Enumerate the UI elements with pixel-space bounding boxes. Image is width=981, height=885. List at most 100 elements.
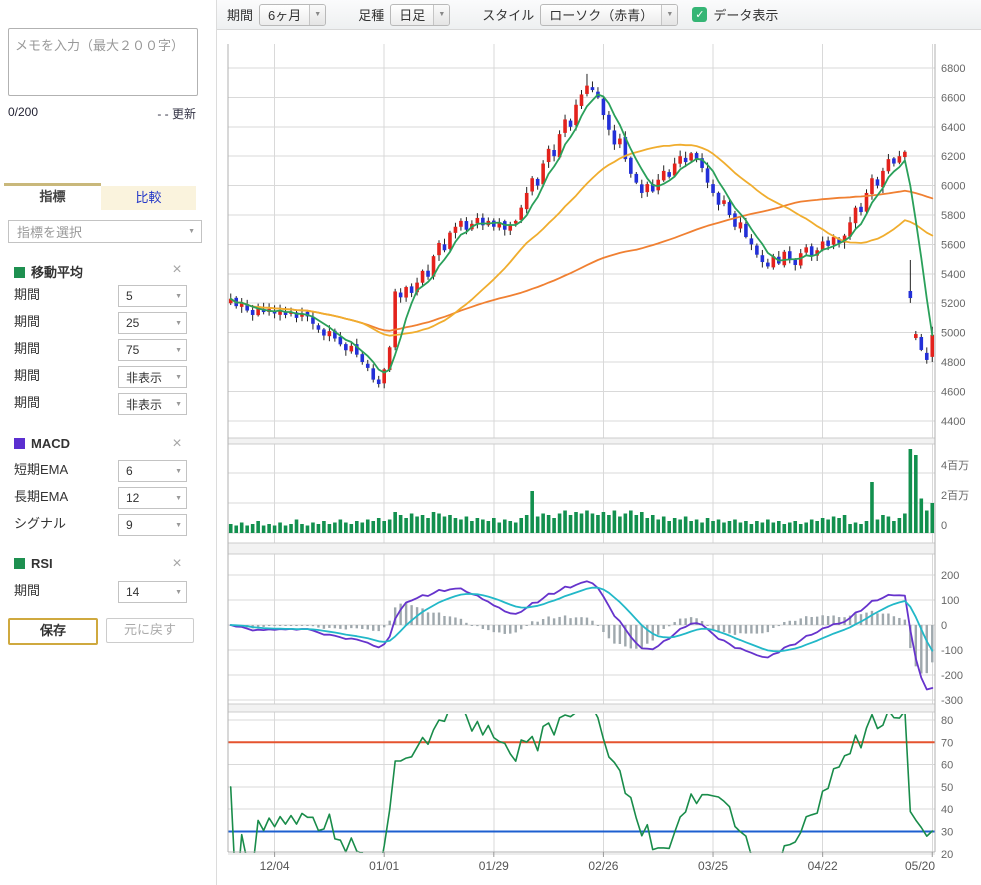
period-value: 6ヶ月 (260, 5, 309, 24)
ma-period-3-select[interactable]: 75 ▼ (118, 339, 187, 361)
rsi-row-label: 期間 (14, 580, 40, 602)
pane-separators (228, 44, 935, 852)
svg-text:03/25: 03/25 (698, 859, 728, 873)
ma-close-icon[interactable]: × (168, 262, 186, 278)
sidebar: 0/200 - - 更新 指標 比較 指標を選択 ▼ 移動平均 × 期間 5 ▼… (0, 0, 217, 885)
style-value: ローソク（赤青） (541, 5, 661, 24)
svg-text:6200: 6200 (941, 151, 965, 163)
chevron-down-icon: ▼ (175, 495, 182, 502)
svg-text:6400: 6400 (941, 122, 965, 134)
ma-period-5-value: 非表示 (126, 396, 162, 413)
ma-card-header: 移動平均 (14, 262, 83, 281)
memo-counter: 0/200 (8, 105, 38, 119)
svg-text:04/22: 04/22 (808, 859, 838, 873)
svg-text:200: 200 (941, 570, 959, 582)
rsi-color-swatch (14, 558, 25, 569)
rsi-close-icon[interactable]: × (168, 556, 186, 572)
svg-text:-300: -300 (941, 695, 963, 707)
rsi-period-value: 14 (126, 585, 139, 599)
svg-text:-200: -200 (941, 670, 963, 682)
svg-text:50: 50 (941, 782, 953, 794)
svg-text:2百万: 2百万 (941, 490, 969, 502)
save-button[interactable]: 保存 (8, 618, 98, 645)
ma-period-1-select[interactable]: 5 ▼ (118, 285, 187, 307)
svg-text:05/20: 05/20 (905, 859, 935, 873)
svg-text:100: 100 (941, 595, 959, 607)
macd-card-header: MACD (14, 436, 70, 451)
chevron-down-icon: ▼ (309, 5, 325, 25)
svg-text:5800: 5800 (941, 210, 965, 222)
macd-row-label: シグナル (14, 513, 66, 535)
macd-fast-ema-value: 6 (126, 464, 133, 478)
svg-text:70: 70 (941, 737, 953, 749)
rsi-card-header: RSI (14, 556, 53, 571)
macd-signal-select[interactable]: 9 ▼ (118, 514, 187, 536)
data-display-label: データ表示 (713, 5, 778, 24)
svg-text:4600: 4600 (941, 386, 965, 398)
axis-labels: 4400460048005000520054005600580060006200… (941, 63, 969, 861)
ma-row-label: 期間 (14, 338, 40, 360)
stock-chart-canvas[interactable]: 4400460048005000520054005600580060006200… (217, 30, 981, 885)
svg-text:12/04: 12/04 (260, 859, 290, 873)
rsi-pane (228, 702, 935, 885)
ma-row-label: 期間 (14, 365, 40, 387)
ma-row-label: 期間 (14, 284, 40, 306)
svg-text:30: 30 (941, 827, 953, 839)
chevron-down-icon: ▼ (175, 522, 182, 529)
svg-text:5400: 5400 (941, 269, 965, 281)
macd-close-icon[interactable]: × (168, 436, 186, 452)
tab-compare[interactable]: 比較 (101, 186, 196, 210)
stock-chart-app: 0/200 - - 更新 指標 比較 指標を選択 ▼ 移動平均 × 期間 5 ▼… (0, 0, 981, 885)
volume-pane (229, 449, 934, 533)
ma-period-4-select[interactable]: 非表示 ▼ (118, 366, 187, 388)
style-label: スタイル (482, 5, 534, 24)
ma-period-5-select[interactable]: 非表示 ▼ (118, 393, 187, 415)
bar-type-label: 足種 (358, 5, 384, 24)
rsi-period-select[interactable]: 14 ▼ (118, 581, 187, 603)
svg-text:01/29: 01/29 (479, 859, 509, 873)
svg-text:5000: 5000 (941, 328, 965, 340)
svg-text:01/01: 01/01 (369, 859, 399, 873)
memo-input[interactable] (8, 28, 198, 96)
chevron-down-icon: ▼ (661, 5, 677, 25)
bar-type-dropdown[interactable]: 日足 ▼ (390, 4, 450, 26)
svg-text:5600: 5600 (941, 239, 965, 251)
ma-period-1-value: 5 (126, 289, 133, 303)
chevron-down-icon: ▼ (175, 320, 182, 327)
macd-row-label: 短期EMA (14, 459, 68, 481)
chevron-down-icon: ▼ (175, 293, 182, 300)
tab-indicators[interactable]: 指標 (4, 183, 101, 210)
macd-pane (230, 581, 934, 689)
svg-text:4400: 4400 (941, 416, 965, 428)
svg-text:0: 0 (941, 620, 947, 632)
ma-period-2-select[interactable]: 25 ▼ (118, 312, 187, 334)
svg-text:6600: 6600 (941, 92, 965, 104)
price-pane (229, 74, 934, 388)
svg-text:60: 60 (941, 760, 953, 772)
macd-slow-ema-value: 12 (126, 491, 139, 505)
chevron-down-icon: ▼ (175, 468, 182, 475)
indicator-select-placeholder: 指標を選択 (17, 222, 82, 241)
macd-fast-ema-select[interactable]: 6 ▼ (118, 460, 187, 482)
ma-period-4-value: 非表示 (126, 369, 162, 386)
chevron-down-icon: ▼ (175, 347, 182, 354)
macd-signal-value: 9 (126, 518, 133, 532)
reset-button[interactable]: 元に戻す (106, 618, 194, 643)
chevron-down-icon: ▼ (433, 5, 449, 25)
macd-row-label: 長期EMA (14, 486, 68, 508)
data-display-checkbox[interactable]: ✓ (692, 7, 707, 22)
chevron-down-icon: ▼ (188, 228, 195, 235)
svg-text:4800: 4800 (941, 357, 965, 369)
macd-slow-ema-select[interactable]: 12 ▼ (118, 487, 187, 509)
ma-color-swatch (14, 267, 25, 278)
chevron-down-icon: ▼ (175, 374, 182, 381)
date-axis: 12/0401/0101/2902/2603/2504/2205/20 (260, 852, 936, 873)
ma-period-2-value: 25 (126, 316, 139, 330)
indicator-select[interactable]: 指標を選択 ▼ (8, 220, 202, 243)
bar-type-value: 日足 (391, 5, 433, 24)
period-dropdown[interactable]: 6ヶ月 ▼ (259, 4, 326, 26)
ma-period-3-value: 75 (126, 343, 139, 357)
svg-text:0: 0 (941, 520, 947, 532)
style-dropdown[interactable]: ローソク（赤青） ▼ (540, 4, 678, 26)
macd-color-swatch (14, 438, 25, 449)
